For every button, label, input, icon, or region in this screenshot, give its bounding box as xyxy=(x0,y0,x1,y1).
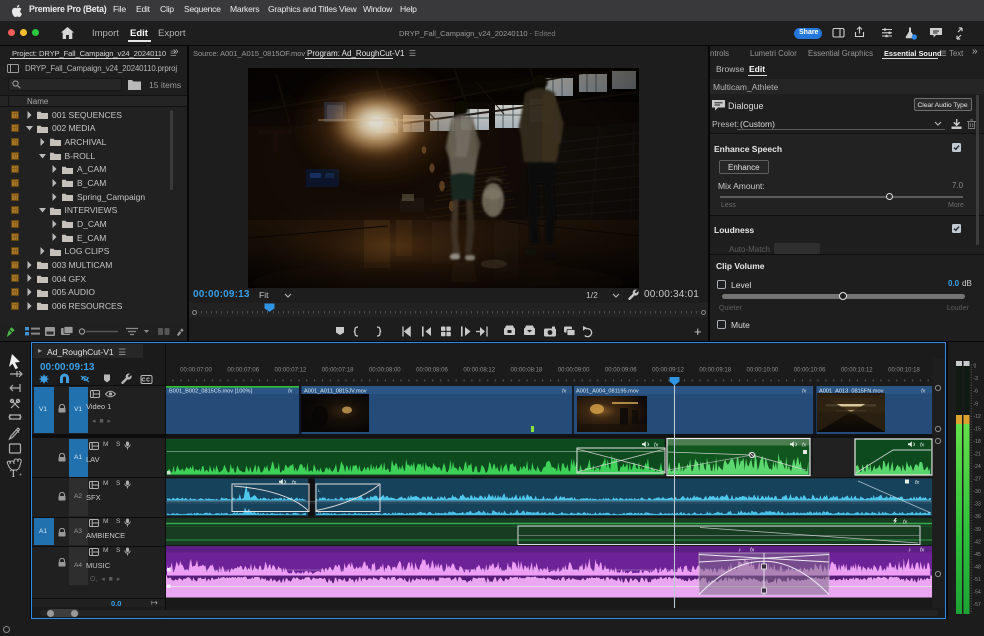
svg-text:00:00:09:00: 00:00:09:00 xyxy=(558,368,590,374)
svg-text:-12: -12 xyxy=(974,414,981,420)
svg-text:fx: fx xyxy=(802,443,806,449)
svg-text:fx: fx xyxy=(750,548,754,554)
svg-text:-36: -36 xyxy=(974,514,981,520)
svg-text:-6: -6 xyxy=(974,389,979,395)
svg-text:00:00:09:06: 00:00:09:06 xyxy=(605,368,637,374)
svg-text:00:00:08:00: 00:00:08:00 xyxy=(369,368,401,374)
svg-text:-54: -54 xyxy=(974,590,981,596)
svg-text:-39: -39 xyxy=(974,527,981,533)
svg-text:-48: -48 xyxy=(974,564,981,570)
svg-text:fx: fx xyxy=(915,480,919,486)
svg-text:fx: fx xyxy=(562,388,567,394)
svg-text:fx: fx xyxy=(288,388,293,394)
svg-text:00:00:10:12: 00:00:10:12 xyxy=(841,368,873,374)
svg-text:-21: -21 xyxy=(974,452,981,458)
svg-text:00:00:07:18: 00:00:07:18 xyxy=(322,368,354,374)
svg-text:-51: -51 xyxy=(974,577,981,583)
svg-text:fx: fx xyxy=(921,388,926,394)
svg-text:fx: fx xyxy=(920,443,924,449)
svg-text:-30: -30 xyxy=(974,489,981,495)
svg-text:00:00:10:00: 00:00:10:00 xyxy=(747,368,779,374)
svg-text:A001_A011_0815JV.mov: A001_A011_0815JV.mov xyxy=(304,388,367,394)
svg-text:B001_B002_0815C5.mov [100%]: B001_B002_0815C5.mov [100%] xyxy=(169,388,252,394)
svg-text:00:00:09:18: 00:00:09:18 xyxy=(699,368,731,374)
svg-text:-3: -3 xyxy=(974,376,979,382)
svg-text:-15: -15 xyxy=(974,426,981,432)
svg-text:-57: -57 xyxy=(974,602,981,608)
svg-text:-27: -27 xyxy=(974,477,981,483)
svg-text:00:00:10:06: 00:00:10:06 xyxy=(794,368,826,374)
svg-text:-9: -9 xyxy=(974,401,979,407)
svg-text:00:00:08:18: 00:00:08:18 xyxy=(511,368,543,374)
svg-text:♪: ♪ xyxy=(908,548,911,554)
svg-text:T: T xyxy=(10,468,17,478)
svg-text:fx: fx xyxy=(292,480,296,486)
svg-text:00:00:07:06: 00:00:07:06 xyxy=(227,368,259,374)
svg-text:00:00:08:12: 00:00:08:12 xyxy=(463,368,495,374)
svg-text:00:00:07:12: 00:00:07:12 xyxy=(275,368,307,374)
svg-text:-18: -18 xyxy=(974,439,981,445)
svg-text:fx: fx xyxy=(920,548,924,554)
svg-text:fx: fx xyxy=(903,520,907,526)
svg-text:-45: -45 xyxy=(974,552,981,558)
svg-text:00:00:07:00: 00:00:07:00 xyxy=(180,368,212,374)
svg-text:00:00:10:18: 00:00:10:18 xyxy=(888,368,920,374)
svg-text:A001_A004_081195.mov: A001_A004_081195.mov xyxy=(576,388,639,394)
svg-text:-42: -42 xyxy=(974,539,981,545)
svg-text:00:00:08:06: 00:00:08:06 xyxy=(416,368,448,374)
svg-text:00:00:09:12: 00:00:09:12 xyxy=(652,368,684,374)
svg-text:0: 0 xyxy=(974,364,977,370)
svg-text:-33: -33 xyxy=(974,502,981,508)
svg-text:-24: -24 xyxy=(974,464,981,470)
svg-text:fx: fx xyxy=(802,388,807,394)
